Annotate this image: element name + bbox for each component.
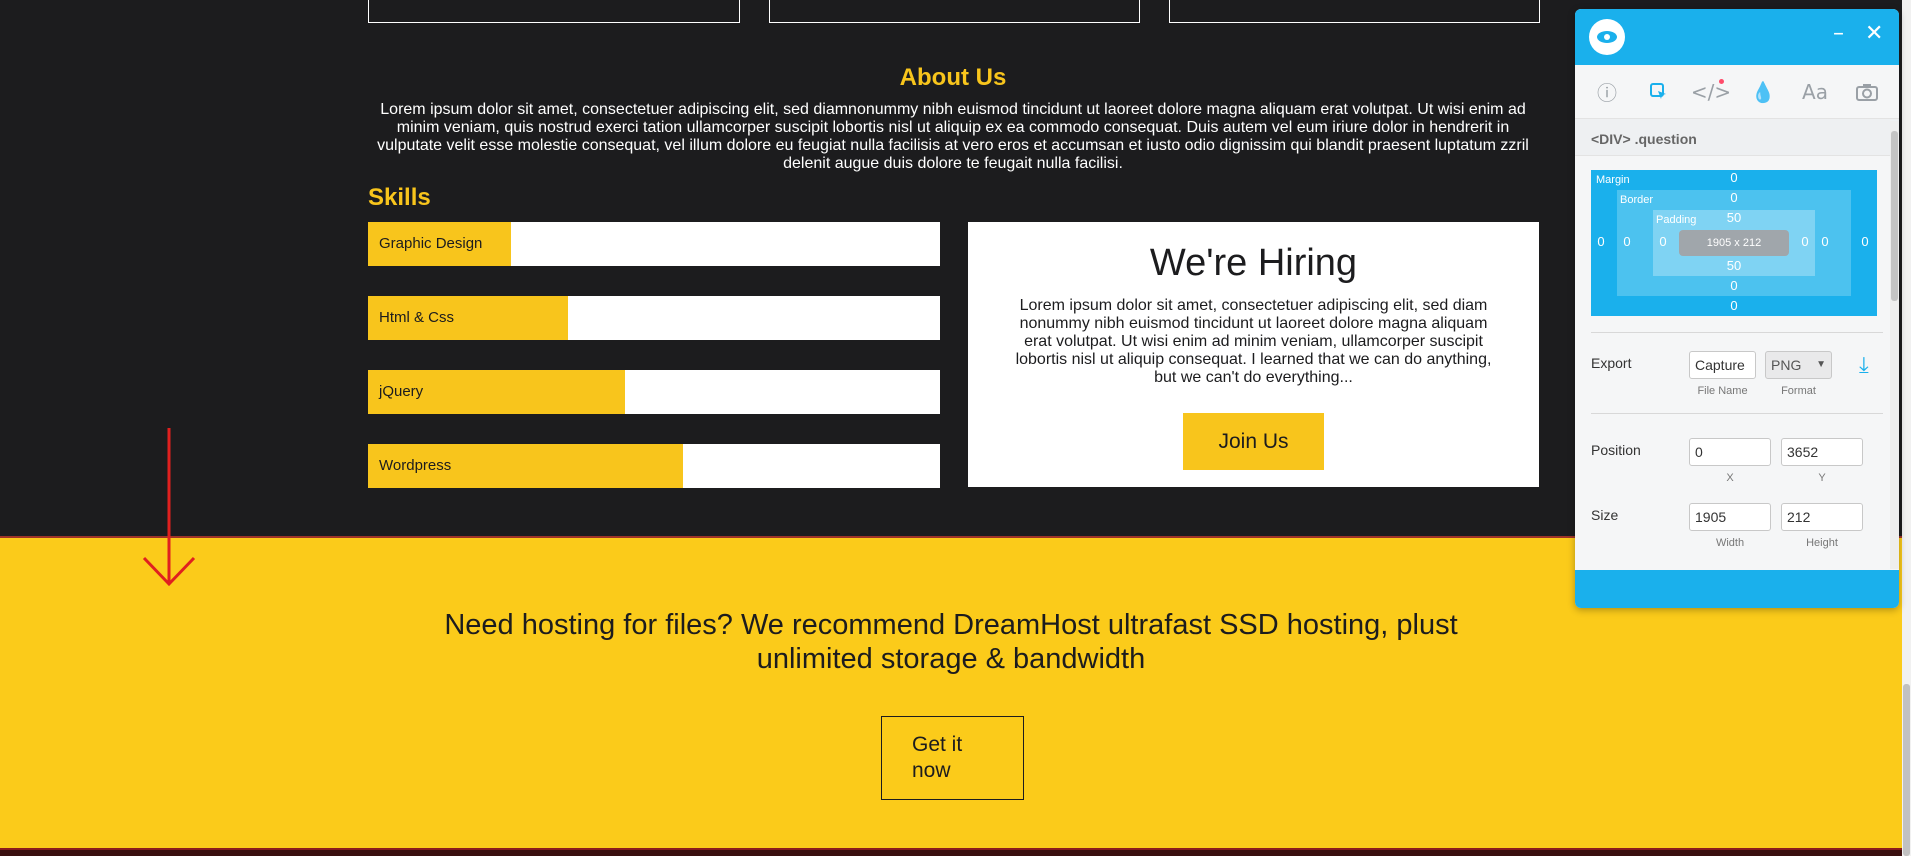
format-value: PNG <box>1771 357 1802 373</box>
color-drop-icon[interactable]: 💧 <box>1748 77 1778 107</box>
font-icon[interactable]: Aa <box>1800 77 1830 107</box>
skills-title: Skills <box>368 184 431 211</box>
skill-label: Wordpress <box>379 457 452 474</box>
get-it-now-button[interactable]: Get it now <box>881 716 1024 800</box>
select-icon[interactable] <box>1644 77 1674 107</box>
margin-top: 0 <box>1730 170 1738 185</box>
padding-right: 0 <box>1801 234 1809 249</box>
eye-logo-icon <box>1589 19 1625 55</box>
margin-bottom: 0 <box>1730 298 1738 313</box>
width-input[interactable] <box>1689 503 1771 531</box>
skill-bar-html-css: Html & Css <box>368 296 940 340</box>
format-caption: Format <box>1781 385 1816 397</box>
download-icon[interactable]: ⤓ <box>1859 353 1869 378</box>
skill-label: jQuery <box>379 383 424 400</box>
margin-right: 0 <box>1861 234 1869 249</box>
skill-bar-graphic-design: Graphic Design <box>368 222 940 266</box>
padding-top: 50 <box>1726 210 1742 225</box>
hiring-title: We're Hiring <box>1149 242 1358 284</box>
about-title: About Us <box>899 64 1007 91</box>
close-button[interactable]: ✕ <box>1865 23 1883 45</box>
skill-bar-jquery: jQuery <box>368 370 940 414</box>
code-icon[interactable]: </> <box>1691 77 1731 107</box>
height-input[interactable] <box>1781 503 1863 531</box>
box-model-content: 1905 x 212 <box>1679 230 1789 256</box>
margin-left: 0 <box>1597 234 1605 249</box>
size-label: Size <box>1591 507 1619 523</box>
format-select[interactable]: PNG ▼ <box>1765 351 1832 379</box>
hiring-card: We're Hiring Lorem ipsum dolor sit amet,… <box>968 222 1539 487</box>
inspector-panel: – ✕ ⓘ </> 💧 Aa <DIV> .question Margin 0 … <box>1575 9 1899 608</box>
file-name-caption: File Name <box>1697 385 1748 397</box>
size-row: Size Width Height <box>1575 499 1899 559</box>
position-row: Position X Y <box>1575 434 1899 494</box>
border-right: 0 <box>1821 234 1829 249</box>
skill-label: Graphic Design <box>379 235 483 252</box>
chevron-down-icon: ▼ <box>1816 359 1826 370</box>
inspector-footer <box>1575 570 1899 608</box>
page-scrollbar-thumb[interactable] <box>1903 684 1910 856</box>
footer-edge <box>0 848 1902 856</box>
inspector-header: – ✕ <box>1575 9 1899 65</box>
minimize-button[interactable]: – <box>1833 23 1844 45</box>
width-caption: Width <box>1715 537 1745 549</box>
file-name-input[interactable] <box>1689 351 1756 379</box>
y-caption: Y <box>1818 472 1826 484</box>
export-row: Export File Name PNG ▼ Format ⤓ <box>1575 347 1899 407</box>
feature-card <box>368 0 740 23</box>
hiring-text: Lorem ipsum dolor sit amet, consectetuer… <box>1015 297 1492 386</box>
inspector-scrollbar-thumb[interactable] <box>1891 131 1898 301</box>
join-us-button[interactable]: Join Us <box>1183 413 1324 470</box>
border-bottom: 0 <box>1730 278 1738 293</box>
inspector-toolbar: ⓘ </> 💧 Aa <box>1575 65 1899 119</box>
camera-icon[interactable] <box>1852 77 1882 107</box>
about-text: Lorem ipsum dolor sit amet, consectetuer… <box>377 101 1529 172</box>
position-y-input[interactable] <box>1781 438 1863 466</box>
padding-bottom: 50 <box>1726 258 1742 273</box>
skill-label: Html & Css <box>379 309 454 326</box>
margin-label: Margin <box>1596 174 1630 186</box>
info-icon[interactable]: ⓘ <box>1592 77 1622 107</box>
border-top: 0 <box>1730 190 1738 205</box>
page-scrollbar[interactable] <box>1902 0 1911 856</box>
export-label: Export <box>1591 355 1632 371</box>
feature-card <box>1169 0 1540 23</box>
x-caption: X <box>1726 472 1734 484</box>
selected-element: <DIV> .question <box>1575 119 1899 156</box>
skill-bar-wordpress: Wordpress <box>368 444 940 488</box>
box-model-border: Border 0 0 0 0 Padding 50 0 0 50 1905 x … <box>1617 190 1851 296</box>
inspector-scrollbar[interactable] <box>1890 121 1899 569</box>
box-model-padding: Padding 50 0 0 50 1905 x 212 <box>1653 210 1815 276</box>
hosting-text: Need hosting for files? We recommend Dre… <box>444 609 1458 675</box>
position-x-input[interactable] <box>1689 438 1771 466</box>
divider <box>1591 332 1883 333</box>
box-model-margin: Margin 0 0 0 0 Border 0 0 0 0 Padding 50… <box>1591 170 1877 316</box>
border-left: 0 <box>1623 234 1631 249</box>
position-label: Position <box>1591 442 1641 458</box>
height-caption: Height <box>1806 537 1838 549</box>
feature-card <box>769 0 1140 23</box>
padding-left: 0 <box>1659 234 1667 249</box>
divider <box>1591 413 1883 414</box>
annotation-arrow-icon <box>142 428 196 587</box>
border-label: Border <box>1620 194 1654 206</box>
padding-label: Padding <box>1656 214 1697 226</box>
